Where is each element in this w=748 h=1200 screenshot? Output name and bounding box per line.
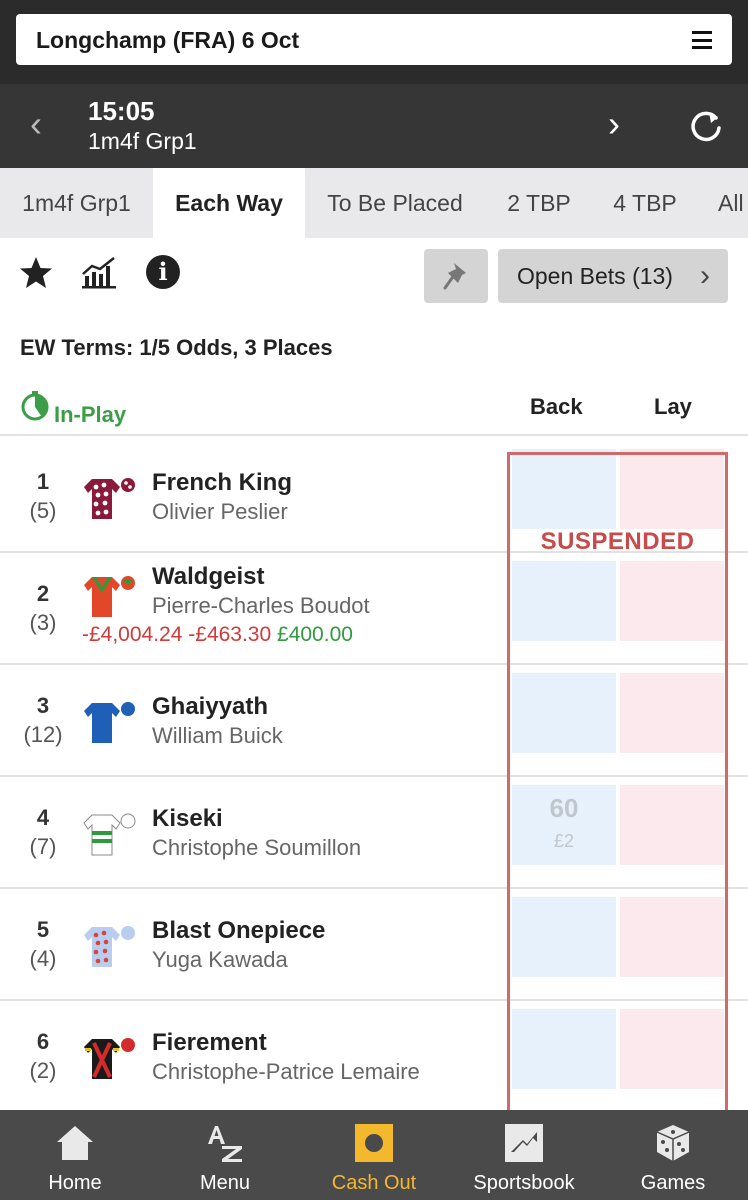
runner-draw: (7)	[29, 834, 57, 859]
jockey-name: Christophe-Patrice Lemaire	[152, 1059, 420, 1084]
nav-cash-out[interactable]: Cash Out	[299, 1110, 449, 1200]
runner-name: Kiseki	[152, 805, 223, 832]
pnl-other: £400.00	[277, 623, 353, 646]
tab-to-be-placed[interactable]: To Be Placed	[305, 168, 485, 238]
runner-name: French King	[152, 469, 293, 496]
race-time: 15:05	[88, 96, 155, 126]
runner-draw: (2)	[29, 1058, 57, 1083]
runner-number: 4	[36, 805, 50, 830]
tab-4-tbp[interactable]: 4 TBP	[593, 168, 697, 238]
runner-number: 6	[36, 1029, 50, 1054]
cash-out-icon	[355, 1124, 393, 1162]
jockey-name: Pierre-Charles Boudot	[152, 593, 370, 618]
form-chart-icon[interactable]	[80, 254, 118, 290]
info-icon[interactable]: i	[146, 255, 180, 289]
nav-games[interactable]: Games	[598, 1110, 748, 1200]
jockey-silk-icon	[84, 926, 135, 967]
runner-draw: (4)	[29, 946, 57, 971]
nav-sportsbook[interactable]: Sportsbook	[449, 1110, 599, 1200]
home-icon	[57, 1126, 93, 1160]
in-play-clock-icon	[21, 391, 49, 421]
tab-1m4f-grp1[interactable]: 1m4f Grp1	[0, 168, 153, 238]
market-tabs: 1m4f Grp1 Each Way To Be Placed 2 TBP 4 …	[0, 168, 748, 238]
open-bets-button[interactable]: Open Bets (13) ›	[498, 249, 728, 303]
hamburger-menu-icon[interactable]	[692, 31, 712, 49]
race-description: 1m4f Grp1	[88, 128, 197, 154]
pin-icon	[443, 263, 466, 290]
jockey-silk-icon	[83, 813, 136, 856]
runner-number: 1	[36, 469, 50, 494]
runner-number: 5	[36, 917, 50, 942]
market-title: Longchamp (FRA) 6 Oct	[36, 27, 300, 53]
sportsbook-icon	[505, 1124, 543, 1162]
next-race-chevron-icon[interactable]: ›	[608, 106, 620, 142]
jockey-name: Yuga Kawada	[152, 947, 288, 972]
runner-draw: (3)	[29, 610, 57, 635]
runner-draw: (5)	[29, 498, 57, 523]
runner-draw: (12)	[23, 722, 63, 747]
pin-button[interactable]	[424, 249, 488, 303]
nav-home[interactable]: Home	[0, 1110, 150, 1200]
bottom-nav: Home Menu Cash Out Sportsbook Games	[0, 1110, 748, 1200]
suspended-overlay	[507, 452, 728, 1152]
runner-name: Waldgeist	[152, 563, 265, 590]
race-bar: ‹ 15:05 1m4f Grp1 ›	[0, 84, 748, 168]
runner-name: Fierement	[152, 1029, 267, 1056]
star-icon[interactable]	[18, 255, 54, 291]
runner-number: 3	[36, 693, 50, 718]
lay-column-header: Lay	[654, 394, 692, 419]
open-bets-label: Open Bets (13)	[517, 263, 673, 289]
refresh-icon[interactable]	[688, 108, 724, 144]
nav-cash-out-label: Cash Out	[331, 1172, 417, 1194]
market-selector[interactable]: Longchamp (FRA) 6 Oct	[16, 14, 732, 65]
nav-menu-label: Menu	[199, 1172, 251, 1194]
nav-home-label: Home	[48, 1172, 102, 1194]
previous-race-chevron-icon[interactable]: ‹	[30, 106, 42, 142]
runner-name: Ghaiyyath	[152, 693, 269, 720]
jockey-silk-icon	[84, 478, 135, 519]
nav-games-label: Games	[640, 1172, 706, 1194]
ew-terms: EW Terms: 1/5 Odds, 3 Places	[20, 335, 333, 360]
az-menu-icon	[208, 1126, 242, 1162]
nav-sportsbook-label: Sportsbook	[473, 1172, 575, 1194]
jockey-name: Olivier Peslier	[152, 499, 288, 524]
suspended-label: SUSPENDED	[540, 528, 695, 555]
jockey-name: Christophe Soumillon	[152, 835, 362, 860]
profit-and-loss: -£4,004.24 -£463.30 £400.00	[82, 623, 353, 647]
jockey-silk-icon	[84, 576, 135, 617]
runner-name: Blast Onepiece	[152, 917, 326, 944]
nav-menu[interactable]: Menu	[150, 1110, 300, 1200]
runner-number: 2	[36, 581, 50, 606]
jockey-silk-icon	[84, 702, 135, 743]
jockey-silk-icon	[84, 1038, 135, 1079]
tab-all[interactable]: All	[697, 168, 748, 238]
tab-each-way[interactable]: Each Way	[153, 168, 305, 238]
top-bar: Longchamp (FRA) 6 Oct	[0, 0, 748, 84]
pnl-win: -£4,004.24	[82, 623, 183, 646]
pnl-place: -£463.30	[188, 623, 272, 646]
jockey-name: William Buick	[152, 723, 283, 748]
in-play-label: In-Play	[54, 402, 127, 427]
tab-2-tbp[interactable]: 2 TBP	[485, 168, 593, 238]
back-column-header: Back	[530, 394, 583, 419]
dice-icon	[656, 1125, 690, 1161]
divider	[0, 434, 748, 436]
chevron-right-icon: ›	[700, 259, 710, 292]
